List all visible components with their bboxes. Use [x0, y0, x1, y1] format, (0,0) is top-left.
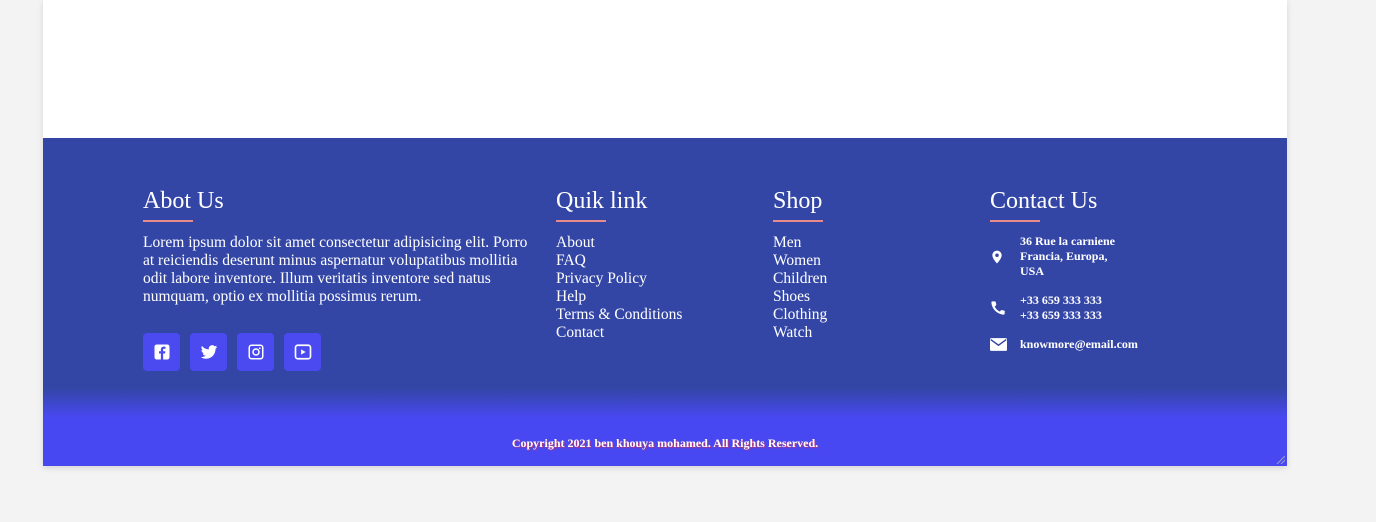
shop-link-clothing[interactable]: Clothing	[773, 306, 827, 324]
contact-column: Contact Us 36 Rue la carniene Francia, E…	[990, 186, 1210, 366]
twitter-button[interactable]	[190, 333, 227, 371]
copyright-text: Copyright 2021 ben khouya mohamed. All R…	[511, 436, 819, 450]
contact-phone: +33 659 333 333 +33 659 333 333	[990, 293, 1210, 323]
shop-link-women[interactable]: Women	[773, 252, 827, 270]
youtube-button[interactable]	[284, 333, 321, 371]
copyright-bar: Copyright 2021 ben khouya mohamed. All R…	[43, 388, 1287, 466]
quick-link-contact[interactable]: Contact	[556, 324, 682, 342]
shop-link-watch[interactable]: Watch	[773, 324, 827, 342]
contact-info: 36 Rue la carniene Francia, Europa, USA …	[990, 234, 1210, 352]
footer: Abot Us Lorem ipsum dolor sit amet conse…	[43, 138, 1287, 466]
address-line-1: 36 Rue la carniene	[1020, 234, 1115, 248]
resize-handle-icon[interactable]	[1275, 454, 1285, 464]
shop-column: Shop Men Women Children Shoes Clothing W…	[773, 186, 827, 342]
instagram-icon	[248, 344, 263, 360]
quick-link-terms[interactable]: Terms & Conditions	[556, 306, 682, 324]
instagram-button[interactable]	[237, 333, 274, 371]
phone-icon	[991, 301, 1005, 315]
shop-link-children[interactable]: Children	[773, 270, 827, 288]
about-text: Lorem ipsum dolor sit amet consectetur a…	[143, 234, 528, 305]
contact-title: Contact Us	[990, 186, 1210, 222]
phone-number-2: +33 659 333 333	[1020, 308, 1102, 322]
address-line-2: Francia, Europa,	[1020, 249, 1108, 263]
contact-email: knowmore@email.com	[990, 337, 1210, 352]
shop-title: Shop	[773, 186, 827, 222]
contact-address: 36 Rue la carniene Francia, Europa, USA	[990, 234, 1210, 279]
facebook-icon	[154, 344, 169, 360]
quick-link-privacy-policy[interactable]: Privacy Policy	[556, 270, 682, 288]
about-column: Abot Us Lorem ipsum dolor sit amet conse…	[143, 186, 533, 306]
page-container: Abot Us Lorem ipsum dolor sit amet conse…	[43, 0, 1287, 466]
social-links	[143, 333, 321, 371]
quick-links-list: About FAQ Privacy Policy Help Terms & Co…	[556, 234, 682, 342]
phone-number-1: +33 659 333 333	[1020, 293, 1102, 307]
twitter-icon	[200, 345, 217, 359]
map-marker-icon	[992, 250, 1002, 263]
youtube-icon	[294, 344, 311, 360]
facebook-button[interactable]	[143, 333, 180, 371]
about-title: Abot Us	[143, 186, 533, 222]
quick-link-about[interactable]: About	[556, 234, 682, 252]
shop-link-men[interactable]: Men	[773, 234, 827, 252]
envelope-icon	[990, 338, 1007, 351]
quick-links-title: Quik link	[556, 186, 682, 222]
quick-link-help[interactable]: Help	[556, 288, 682, 306]
quick-link-faq[interactable]: FAQ	[556, 252, 682, 270]
quick-links-column: Quik link About FAQ Privacy Policy Help …	[556, 186, 682, 342]
address-line-3: USA	[1020, 264, 1045, 278]
shop-links-list: Men Women Children Shoes Clothing Watch	[773, 234, 827, 342]
shop-link-shoes[interactable]: Shoes	[773, 288, 827, 306]
email-address[interactable]: knowmore@email.com	[1020, 337, 1138, 352]
